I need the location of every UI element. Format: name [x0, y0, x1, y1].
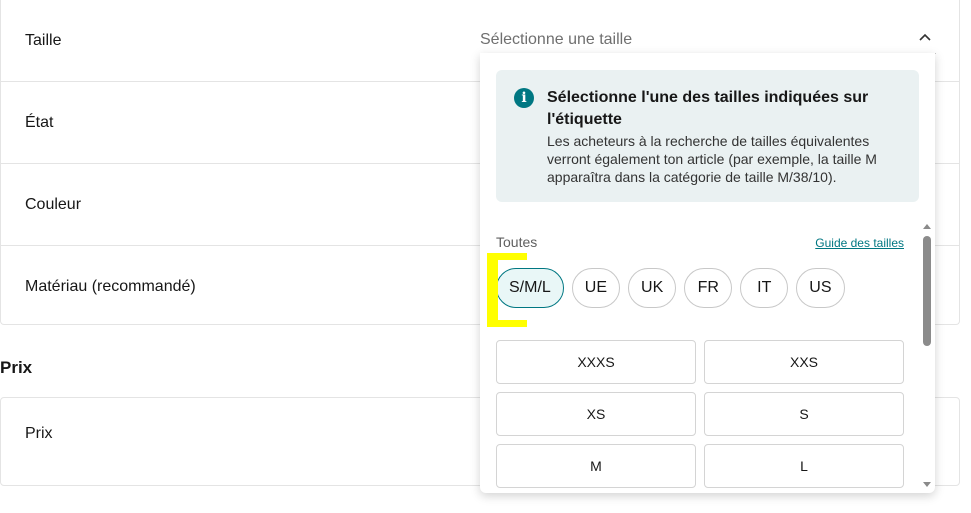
- highlight-annotation: [487, 253, 527, 327]
- size-select[interactable]: Sélectionne une taille: [480, 26, 936, 54]
- scroll-up-arrow-icon[interactable]: [923, 224, 931, 229]
- all-sizes-label: Toutes: [496, 234, 538, 250]
- size-option-xxxs[interactable]: XXXS: [496, 340, 696, 384]
- size-dropdown: i Sélectionne l'une des tailles indiquée…: [480, 53, 935, 493]
- scrollbar-thumb[interactable]: [923, 236, 931, 346]
- info-box: i Sélectionne l'une des tailles indiquée…: [496, 70, 919, 202]
- size-option-xxs[interactable]: XXS: [704, 340, 904, 384]
- size-option-s[interactable]: S: [704, 392, 904, 436]
- size-select-placeholder: Sélectionne une taille: [480, 31, 633, 48]
- size-options-grid: XXXS XXS XS S M L: [496, 340, 904, 488]
- price-section-title: Prix: [0, 358, 33, 377]
- chip-fr[interactable]: FR: [684, 268, 733, 308]
- info-title: Sélectionne l'une des tailles indiquées …: [547, 89, 869, 128]
- price-field-label: Prix: [25, 425, 53, 442]
- color-label: Couleur: [25, 196, 82, 213]
- size-label: Taille: [25, 32, 62, 49]
- size-option-l[interactable]: L: [704, 444, 904, 488]
- condition-label: État: [25, 114, 54, 131]
- scroll-down-arrow-icon[interactable]: [923, 482, 931, 487]
- chevron-up-icon[interactable]: [918, 32, 932, 42]
- size-system-chips: S/M/L UE UK FR IT US: [496, 268, 845, 308]
- size-guide-link[interactable]: Guide des tailles: [815, 236, 904, 250]
- material-label: Matériau (recommandé): [25, 278, 196, 295]
- chip-it[interactable]: IT: [740, 268, 789, 308]
- chip-us[interactable]: US: [796, 268, 845, 308]
- info-text: Les acheteurs à la recherche de tailles …: [547, 133, 877, 185]
- chip-ue[interactable]: UE: [571, 268, 621, 308]
- info-icon: i: [514, 88, 534, 108]
- chip-uk[interactable]: UK: [628, 268, 677, 308]
- size-option-xs[interactable]: XS: [496, 392, 696, 436]
- size-option-m[interactable]: M: [496, 444, 696, 488]
